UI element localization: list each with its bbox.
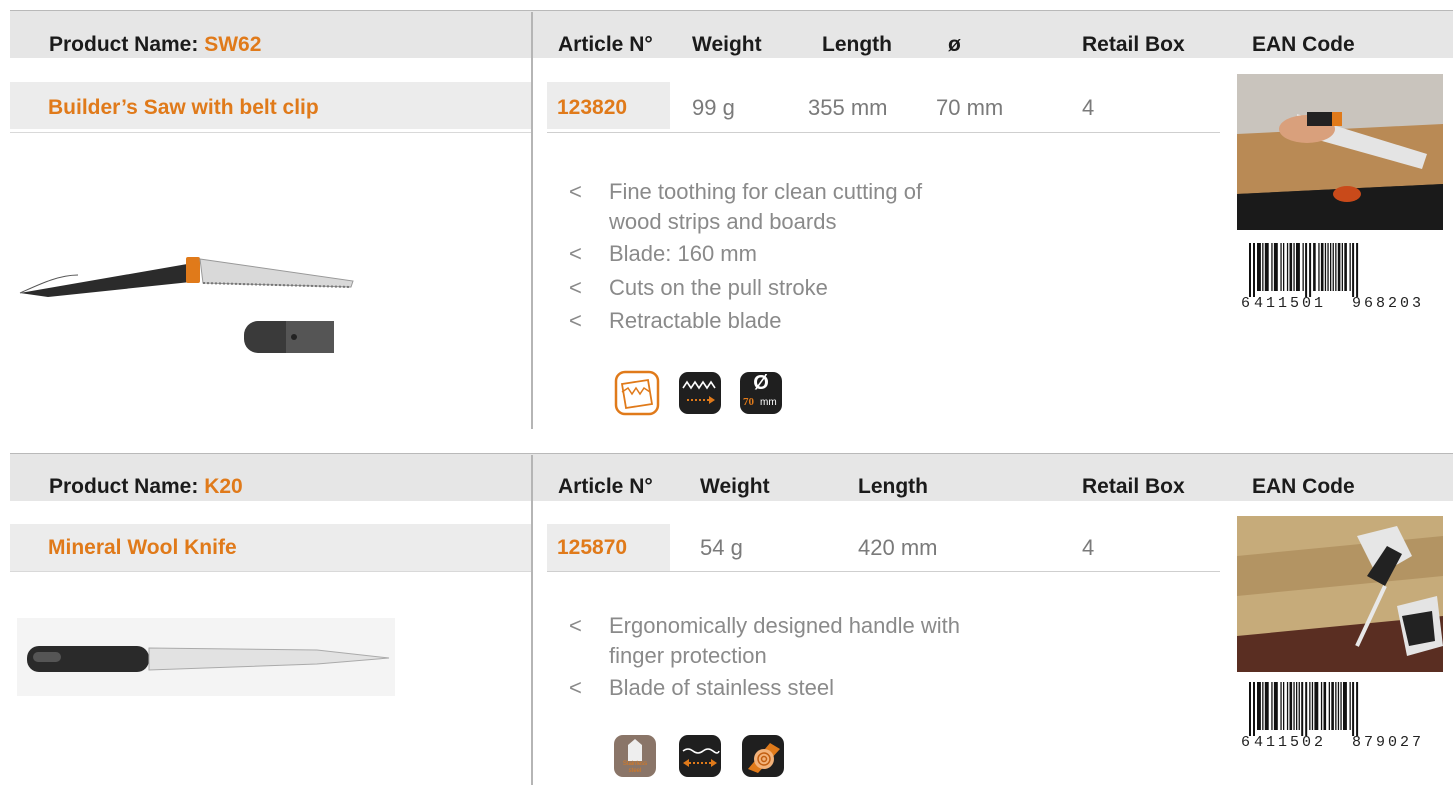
feature-text: Blade of stainless steel [609,675,835,700]
stainless-steel-icon: Stainless steel [614,735,656,777]
feature-text: Blade: 160 mm [609,241,757,266]
product-title: Builder’s Saw with belt clip [48,96,319,119]
pull-stroke-icon [679,372,721,414]
product-model: SW62 [204,33,262,56]
diameter-70mm-icon: Ø 70 mm [740,372,782,414]
weight-value: 99 g [692,95,735,120]
stainless-text: Stainless [622,761,648,767]
column-header-length: Length [822,33,892,56]
diameter-value: 70 mm [936,95,1004,120]
mineral-wool-icon [742,735,784,777]
diameter-symbol: Ø [753,372,769,394]
wavy-blade-icon [679,735,721,777]
product-name-label: Product Name: K20 [49,475,243,499]
ean-barcode: 6 411502 879027 [1241,682,1451,752]
feature-list: < Fine toothing for clean cutting of woo… [569,177,1089,337]
column-header-retail-box: Retail Box [1082,33,1185,56]
saw-product-image [19,257,354,353]
product-title: Mineral Wool Knife [48,536,237,559]
feature-text: Retractable blade [609,308,782,333]
column-header-ean: EAN Code [1252,475,1355,498]
bullet-icon: < [569,241,582,266]
product-model: K20 [204,475,243,498]
feature-text: wood strips and boards [609,209,837,234]
length-value: 355 mm [808,95,888,120]
diameter-icon-value: 70 [743,396,754,408]
column-header-article: Article N° [558,33,653,56]
divider [547,571,1220,572]
product-name-label-text: Product Name: [49,475,199,498]
barcode-bars [1249,682,1359,740]
product-name-label: Product Name: SW62 [49,33,261,57]
divider [10,571,531,572]
length-value: 420 mm [858,535,938,560]
column-divider [531,455,533,785]
bullet-icon: < [569,675,582,700]
bullet-icon: < [569,275,582,300]
article-number: 125870 [557,536,628,559]
divider [547,132,1220,133]
bullet-icon: < [569,613,582,638]
bullet-icon: < [569,179,582,204]
column-header-weight: Weight [700,475,770,498]
column-header-diameter: ø [948,33,961,56]
column-header-retail-box: Retail Box [1082,475,1185,498]
column-header-weight: Weight [692,33,762,56]
bullet-icon: < [569,308,582,333]
feature-text: Cuts on the pull stroke [609,275,828,300]
ean-left-digits: 411501 [1254,295,1327,312]
steel-text: steel [628,768,642,774]
column-divider [531,12,533,429]
product-name-label-text: Product Name: [49,33,199,56]
ean-left-digits: 411502 [1254,734,1327,751]
wood-cut-icon [614,370,660,416]
diameter-icon-unit: mm [760,397,777,408]
feature-text: finger protection [609,643,767,668]
feature-list: < Ergonomically designed handle with fin… [569,611,1089,711]
column-header-ean: EAN Code [1252,33,1355,56]
knife-usage-photo [1237,516,1443,672]
saw-usage-photo [1237,74,1443,230]
ean-first-digit: 6 [1241,734,1251,751]
feature-text: Fine toothing for clean cutting of [609,179,923,204]
ean-barcode: 6 411501 968203 [1241,243,1451,313]
retail-box-value: 4 [1082,535,1095,560]
divider [10,132,531,133]
retail-box-value: 4 [1082,95,1095,120]
feature-text: Ergonomically designed handle with [609,613,960,638]
knife-product-image [17,618,395,696]
article-number: 123820 [557,96,628,119]
ean-first-digit: 6 [1241,295,1251,312]
barcode-bars [1249,243,1359,301]
ean-right-digits: 968203 [1352,295,1425,312]
column-header-article: Article N° [558,475,653,498]
ean-right-digits: 879027 [1352,734,1425,751]
column-header-length: Length [858,475,928,498]
weight-value: 54 g [700,535,743,560]
